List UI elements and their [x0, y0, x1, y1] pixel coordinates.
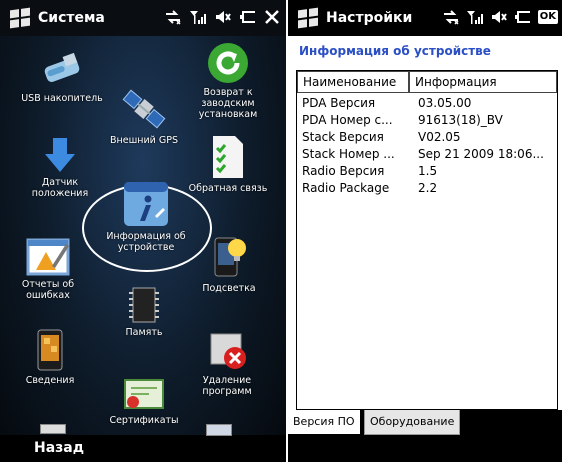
app-label: Подсветка: [202, 283, 256, 294]
backlight-icon: [214, 237, 246, 277]
satellite-icon: [122, 89, 166, 129]
list-row[interactable]: Stack Номер ... Sep 21 2009 18:06...: [297, 146, 558, 163]
battery-icon[interactable]: [514, 9, 532, 25]
device-info-icon: [124, 182, 168, 226]
battery-icon[interactable]: [239, 9, 257, 25]
column-header-name[interactable]: Наименование: [297, 71, 409, 93]
row-name: Stack Версия: [302, 130, 384, 144]
partial-icon-right: [206, 424, 232, 436]
tab-software-version[interactable]: Версия ПО: [288, 410, 360, 434]
signal-icon[interactable]: [466, 9, 484, 25]
list-row[interactable]: Radio Package 2.2: [297, 180, 558, 197]
row-value: Sep 21 2009 18:06...: [418, 147, 544, 161]
ok-button[interactable]: OK: [537, 10, 558, 24]
system-screen: Система USB накопитель Возврат к заводск…: [0, 0, 286, 462]
list-row[interactable]: PDA Номер с... 91613(18)_BV: [297, 112, 558, 129]
settings-screen: Настройки OK Информация об устройстве На…: [288, 0, 562, 462]
connectivity-icon[interactable]: [164, 9, 182, 25]
remove-program-icon: [210, 333, 246, 369]
app-certificates[interactable]: Сертификаты: [96, 378, 192, 426]
row-name: PDA Номер с...: [302, 113, 393, 127]
partial-icon-left: [40, 424, 66, 434]
row-value: V02.05: [418, 130, 461, 144]
app-label: Возврат к заводским установкам: [198, 87, 258, 120]
close-icon[interactable]: [264, 9, 280, 25]
softkey-bar: [288, 438, 562, 462]
error-report-icon: [26, 238, 70, 276]
volume-icon[interactable]: [490, 9, 508, 25]
app-label: Датчик положения: [31, 177, 89, 199]
row-value: 1.5: [418, 164, 438, 178]
app-label: Удаление программ: [202, 375, 252, 397]
back-softkey[interactable]: Назад: [34, 440, 84, 456]
down-arrow-icon: [45, 138, 75, 172]
page-title: Информация об устройстве: [299, 44, 491, 58]
row-value: 03.05.00: [418, 96, 472, 110]
column-header-info[interactable]: Информация: [409, 71, 557, 93]
app-label: Отчеты об ошибках: [21, 279, 75, 301]
windows-flag-icon[interactable]: [10, 7, 30, 29]
row-name: Radio Package: [302, 181, 390, 195]
window-title: Система: [38, 10, 105, 26]
row-name: Stack Номер ...: [302, 147, 395, 161]
list-header: Наименование Информация: [297, 71, 557, 93]
volume-icon[interactable]: [214, 9, 232, 25]
title-bar: Система: [0, 0, 286, 36]
app-backlight[interactable]: Подсветка: [184, 234, 274, 294]
list-row[interactable]: Stack Версия V02.05: [297, 129, 558, 146]
signal-icon[interactable]: [189, 9, 207, 25]
reset-arrow-icon: [208, 43, 248, 83]
row-value: 91613(18)_BV: [418, 113, 503, 127]
app-position-sensor[interactable]: Датчик положения: [12, 136, 108, 199]
checklist-icon: [213, 136, 243, 178]
app-factory-reset[interactable]: Возврат к заводским установкам: [180, 42, 276, 120]
window-title: Настройки: [326, 10, 413, 26]
certificate-icon: [124, 379, 164, 409]
app-label: Информация об устройстве: [106, 231, 186, 253]
row-name: PDA Версия: [302, 96, 376, 110]
list-row[interactable]: Radio Версия 1.5: [297, 163, 558, 180]
list-row[interactable]: PDA Версия 03.05.00: [297, 95, 558, 112]
app-label: Сертификаты: [109, 415, 179, 426]
phone-info-icon: [37, 329, 63, 371]
app-remove-programs[interactable]: Удаление программ: [182, 330, 272, 397]
usb-drive-icon: [44, 52, 80, 82]
connectivity-icon[interactable]: [442, 9, 460, 25]
row-name: Radio Версия: [302, 164, 385, 178]
app-memory[interactable]: Память: [96, 286, 192, 338]
row-value: 2.2: [418, 181, 438, 195]
app-about[interactable]: Сведения: [10, 328, 90, 386]
tab-hardware[interactable]: Оборудование: [364, 410, 461, 435]
memory-chip-icon: [129, 287, 159, 323]
app-error-reports[interactable]: Отчеты об ошибках: [10, 236, 86, 301]
app-device-info[interactable]: Информация об устройстве: [96, 180, 196, 253]
app-label: Сведения: [25, 375, 75, 386]
app-label: Память: [125, 327, 163, 338]
windows-flag-icon[interactable]: [298, 7, 318, 29]
info-list[interactable]: Наименование Информация PDA Версия 03.05.…: [296, 70, 558, 410]
title-bar: Настройки OK: [288, 0, 562, 36]
